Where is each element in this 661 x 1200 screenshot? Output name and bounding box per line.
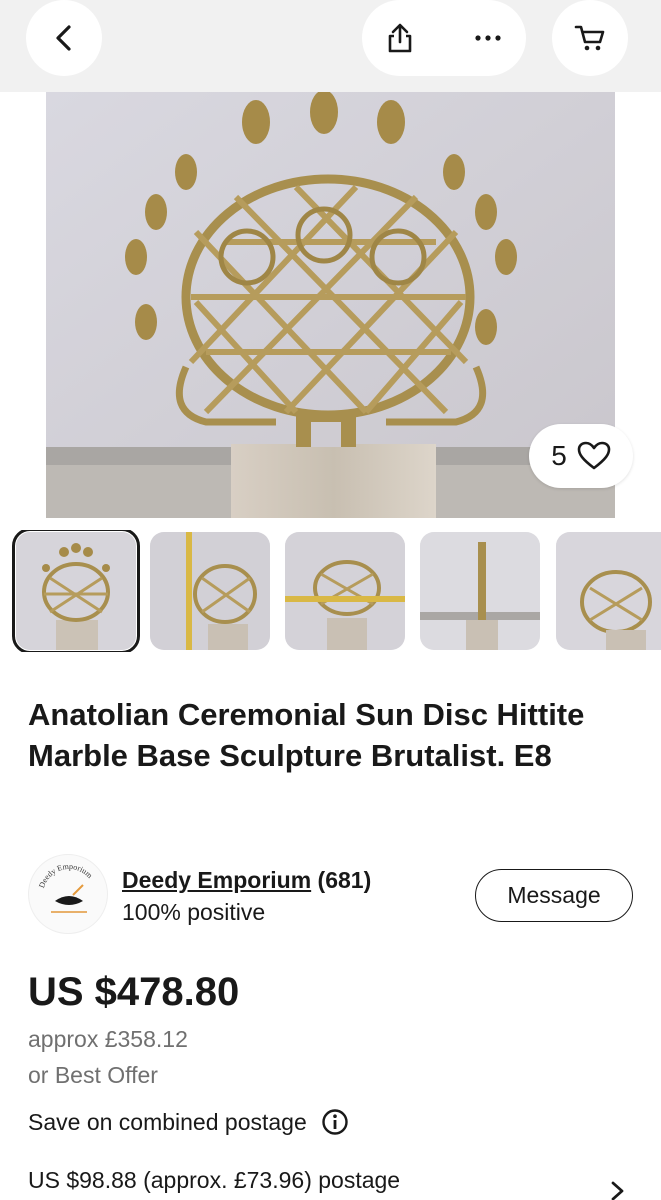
seller-feedback-count: (681)	[317, 867, 372, 893]
seller-positive-feedback: 100% positive	[122, 899, 266, 925]
thumbnail-4[interactable]	[420, 532, 540, 650]
cart-icon	[574, 25, 605, 51]
approx-price: approx £358.12	[28, 1026, 188, 1052]
thumbnail-image	[16, 532, 136, 650]
thumbnail-image	[556, 532, 661, 650]
back-button[interactable]	[26, 0, 102, 76]
postage-cost: US $98.88 (approx. £73.96) postage	[28, 1167, 401, 1193]
more-options-button[interactable]	[450, 0, 526, 76]
main-product-image-area[interactable]: 5	[0, 92, 661, 518]
chevron-left-icon	[56, 25, 71, 51]
best-offer-label: or Best Offer	[28, 1062, 158, 1088]
share-icon	[388, 23, 412, 53]
seller-name-link[interactable]: Deedy Emporium	[122, 867, 311, 893]
seller-logo: Deedy Emporium	[37, 862, 95, 913]
thumbnail-strip	[0, 530, 661, 652]
message-button[interactable]: Message	[475, 869, 633, 922]
svg-text:Deedy Emporium: Deedy Emporium	[37, 862, 95, 889]
thumbnail-image	[150, 532, 270, 650]
watch-button[interactable]: 5	[529, 424, 633, 488]
thumbnail-5[interactable]	[556, 532, 661, 650]
cart-button[interactable]	[552, 0, 628, 76]
seller-avatar[interactable]: Deedy Emporium	[28, 854, 108, 934]
thumbnail-1[interactable]	[12, 530, 140, 652]
heart-outline-icon	[577, 441, 611, 470]
more-horizontal-icon	[475, 35, 501, 41]
chevron-right-icon[interactable]	[608, 1180, 628, 1200]
combined-postage-label: Save on combined postage	[28, 1108, 307, 1135]
share-button[interactable]	[362, 0, 438, 76]
watchers-count: 5	[551, 440, 567, 471]
thumbnail-3[interactable]	[285, 532, 405, 650]
combined-postage-row[interactable]: Save on combined postage	[28, 1108, 349, 1136]
thumbnail-2[interactable]	[150, 532, 270, 650]
thumbnail-image	[420, 532, 540, 650]
info-icon[interactable]	[321, 1108, 349, 1136]
item-price: US $478.80	[28, 970, 240, 1014]
seller-name-row: Deedy Emporium (681)	[122, 866, 371, 894]
thumbnail-image	[285, 532, 405, 650]
top-navigation-bar	[0, 0, 661, 92]
listing-title: Anatolian Ceremonial Sun Disc Hittite Ma…	[28, 697, 585, 773]
